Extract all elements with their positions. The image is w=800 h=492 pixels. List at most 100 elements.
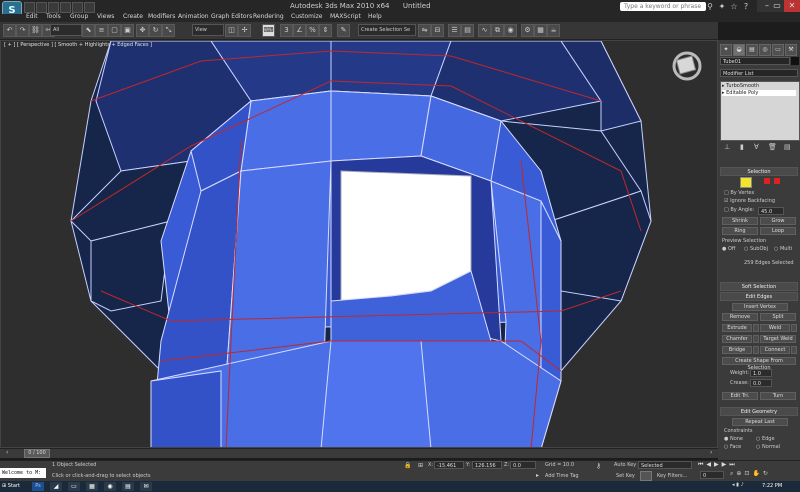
select-manipulate-icon[interactable]: ✢ (238, 24, 251, 37)
crease-spinner[interactable]: 0.0 (750, 379, 772, 387)
app-taskbar-icon[interactable]: ▤ (122, 482, 134, 491)
connect-settings-button[interactable] (791, 346, 797, 354)
current-frame-field[interactable]: 0 (700, 471, 724, 479)
time-prev-icon[interactable]: ‹ (6, 449, 8, 456)
snap-toggle-icon[interactable]: 3 (280, 24, 293, 37)
object-color-swatch[interactable] (791, 57, 799, 65)
play-icon[interactable]: ▶ (714, 461, 722, 468)
set-key-button[interactable]: Set Key (616, 473, 635, 479)
schematic-view-icon[interactable]: ⧉ (491, 24, 504, 37)
menu-edit[interactable]: Edit (26, 13, 38, 20)
target-weld-button[interactable]: Target Weld (760, 335, 796, 343)
restore-button[interactable]: ▭ (770, 0, 784, 12)
app-taskbar-icon[interactable]: ◉ (104, 482, 116, 491)
show-end-result-icon[interactable]: ▮ (740, 143, 744, 151)
vertex-mode-icon[interactable] (740, 177, 752, 188)
select-by-name-icon[interactable]: ≡ (95, 24, 108, 37)
remove-modifier-icon[interactable]: 🗑 (768, 143, 777, 151)
redo-icon[interactable]: ↷ (16, 24, 29, 37)
constraint-none-radio[interactable]: ● None (724, 436, 743, 442)
go-to-end-icon[interactable]: ⏭ (729, 461, 737, 468)
menu-create[interactable]: Create (123, 13, 143, 20)
rotate-icon[interactable]: ↻ (149, 24, 162, 37)
stack-item-turbosmooth[interactable]: ▸ TurboSmooth (722, 83, 796, 89)
bridge-button[interactable]: Bridge (722, 346, 752, 354)
selection-filter-dropdown[interactable]: All (50, 24, 82, 36)
preview-multi-radio[interactable]: ○ Multi (774, 246, 792, 252)
material-editor-icon[interactable]: ◉ (504, 24, 517, 37)
search-input[interactable]: Type a keyword or phrase (620, 2, 706, 11)
by-angle-spinner[interactable]: 45.0 (758, 207, 784, 215)
element-mode-icon[interactable] (774, 178, 780, 184)
hierarchy-tab-icon[interactable]: ▤ (746, 44, 758, 56)
set-key-icon[interactable] (640, 471, 652, 481)
polygon-mode-icon[interactable] (764, 178, 770, 184)
split-button[interactable]: Split (760, 313, 796, 321)
menu-modifiers[interactable]: Modifiers (148, 13, 175, 20)
display-tab-icon[interactable]: ▭ (772, 44, 784, 56)
menu-maxscript[interactable]: MAXScript (330, 13, 361, 20)
loop-button[interactable]: Loop (760, 227, 796, 235)
modify-tab-icon[interactable]: ◒ (733, 44, 745, 56)
reference-coord-dropdown[interactable]: View (192, 24, 224, 36)
orbit-icon[interactable]: ↻ (763, 470, 771, 477)
pivot-center-icon[interactable]: ◫ (225, 24, 238, 37)
modifier-list-dropdown[interactable]: Modifier List (720, 69, 798, 77)
stack-item-editable-poly[interactable]: ▸ Editable Poly (722, 90, 796, 96)
menu-tools[interactable]: Tools (46, 13, 61, 20)
pan-icon[interactable]: ✋ (752, 470, 762, 477)
photoshop-taskbar-icon[interactable]: Ps (32, 482, 44, 491)
3dsmax-taskbar-icon[interactable]: ◢ (50, 482, 62, 491)
select-object-icon[interactable]: ⬉ (82, 24, 95, 37)
region-select-icon[interactable]: ▢ (108, 24, 121, 37)
save-file-icon[interactable] (48, 2, 59, 13)
shrink-button[interactable]: Shrink (722, 217, 758, 225)
constraint-edge-radio[interactable]: ○ Edge (756, 436, 775, 442)
project-folder-icon[interactable] (84, 2, 95, 13)
weld-settings-button[interactable] (791, 324, 797, 332)
weight-spinner[interactable]: 1.0 (750, 369, 772, 377)
selection-rollout-header[interactable]: Selection (720, 167, 798, 176)
preview-off-radio[interactable]: ● Off (722, 246, 735, 252)
make-unique-icon[interactable]: ∀ (754, 143, 759, 151)
close-button[interactable]: ✕ (784, 0, 800, 12)
explorer-taskbar-icon[interactable]: ▭ (68, 482, 80, 491)
viewport-label[interactable]: [ + ] [ Perspective ] [ Smooth + Highlig… (4, 42, 152, 48)
constraint-normal-radio[interactable]: ○ Normal (756, 444, 780, 450)
soft-selection-rollout-header[interactable]: Soft Selection (720, 282, 798, 291)
app-taskbar-icon[interactable]: ▦ (86, 482, 98, 491)
time-tag-icon[interactable]: ▸ (536, 472, 539, 479)
menu-graph-editors[interactable]: Graph Editors (211, 13, 252, 20)
by-vertex-checkbox[interactable]: □ By Vertex (724, 190, 754, 196)
z-coordinate-field[interactable]: 0.0 (510, 461, 536, 469)
undo-icon[interactable] (60, 2, 71, 13)
utilities-tab-icon[interactable]: ⚒ (785, 44, 797, 56)
grow-button[interactable]: Grow (760, 217, 796, 225)
remove-button[interactable]: Remove (722, 313, 758, 321)
curve-editor-icon[interactable]: ∿ (478, 24, 491, 37)
named-selection-dropdown[interactable]: Create Selection Se (358, 24, 416, 36)
create-shape-button[interactable]: Create Shape From Selection (722, 357, 796, 371)
spinner-snap-icon[interactable]: ⇕ (319, 24, 332, 37)
weld-button[interactable]: Weld (760, 324, 790, 332)
motion-tab-icon[interactable]: ◎ (759, 44, 771, 56)
turn-button[interactable]: Turn (760, 392, 796, 400)
edit-edges-rollout-header[interactable]: Edit Edges (720, 292, 798, 301)
by-angle-checkbox[interactable]: □ By Angle: (724, 207, 754, 213)
pin-stack-icon[interactable]: ⊥ (724, 143, 730, 151)
edit-tri-button[interactable]: Edit Tri. (722, 392, 758, 400)
x-coordinate-field[interactable]: -15.461 (434, 461, 464, 469)
repeat-last-button[interactable]: Repeat Last (732, 418, 788, 426)
menu-rendering[interactable]: Rendering (253, 13, 284, 20)
extrude-button[interactable]: Extrude (722, 324, 752, 332)
scale-icon[interactable]: ⤡ (162, 24, 175, 37)
binoculars-icon[interactable]: ⚲ (704, 1, 716, 12)
bridge-settings-button[interactable] (753, 346, 759, 354)
new-file-icon[interactable] (24, 2, 35, 13)
layer-manager-icon[interactable]: ☰ (448, 24, 461, 37)
time-slider-thumb[interactable]: 0 / 100 (24, 449, 50, 458)
app-taskbar-icon[interactable]: ✉ (140, 482, 152, 491)
percent-snap-icon[interactable]: % (306, 24, 319, 37)
tube-mesh-render[interactable] (1, 41, 718, 448)
menu-views[interactable]: Views (97, 13, 114, 20)
